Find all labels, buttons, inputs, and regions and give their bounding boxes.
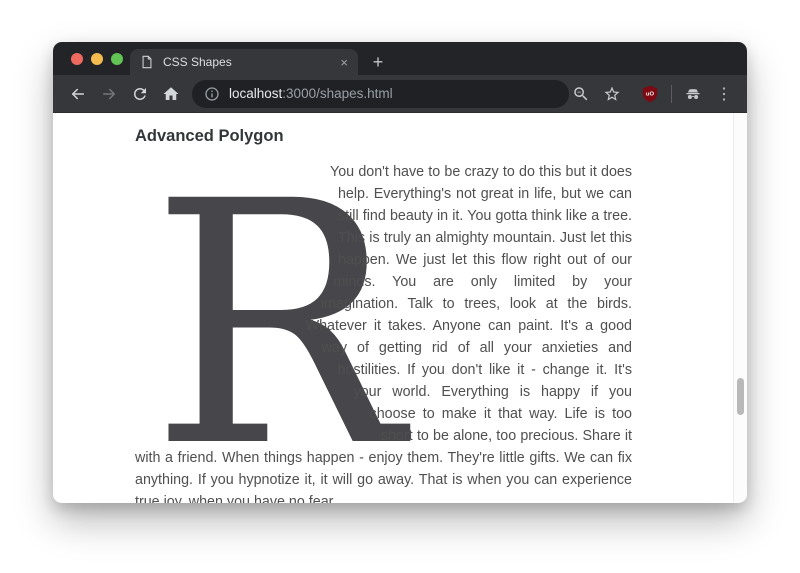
menu-kebab-icon[interactable]: ⋮ (712, 82, 736, 106)
forward-arrow-icon[interactable] (97, 82, 121, 106)
paragraph: RYou don't have to be crazy to do this b… (135, 161, 632, 503)
scrollbar-track[interactable] (733, 113, 747, 502)
tab-css-shapes[interactable]: CSS Shapes × (130, 49, 358, 75)
tab-title: CSS Shapes (163, 55, 340, 69)
browser-window: CSS Shapes × + (53, 42, 747, 503)
page-content: Advanced Polygon RYou don't have to be c… (53, 113, 747, 502)
window-controls (71, 53, 123, 65)
incognito-icon[interactable] (681, 82, 705, 106)
info-icon[interactable] (204, 86, 220, 102)
home-icon[interactable] (159, 82, 183, 106)
document-icon (140, 55, 154, 69)
svg-text:uO: uO (646, 91, 655, 97)
browser-toolbar: localhost:3000/shapes.html uO (53, 75, 747, 113)
url-text: localhost:3000/shapes.html (229, 86, 393, 101)
url-host: localhost (229, 86, 282, 101)
tab-close-icon[interactable]: × (340, 56, 348, 69)
minimize-window-button[interactable] (91, 53, 103, 65)
url-path: :3000/shapes.html (282, 86, 392, 101)
close-window-button[interactable] (71, 53, 83, 65)
zoom-out-icon[interactable] (569, 82, 593, 106)
maximize-window-button[interactable] (111, 53, 123, 65)
address-bar[interactable]: localhost:3000/shapes.html (192, 80, 569, 108)
back-arrow-icon[interactable] (66, 82, 90, 106)
scrollbar-thumb[interactable] (737, 378, 744, 415)
new-tab-button[interactable]: + (365, 50, 391, 74)
reload-icon[interactable] (128, 82, 152, 106)
star-icon[interactable] (600, 82, 624, 106)
adblock-shield-icon[interactable]: uO (638, 82, 662, 106)
tab-strip: CSS Shapes × + (53, 42, 747, 75)
toolbar-divider (671, 85, 672, 103)
page-inner: Advanced Polygon RYou don't have to be c… (53, 113, 632, 503)
toolbar-right-icons: uO ⋮ (569, 82, 736, 106)
